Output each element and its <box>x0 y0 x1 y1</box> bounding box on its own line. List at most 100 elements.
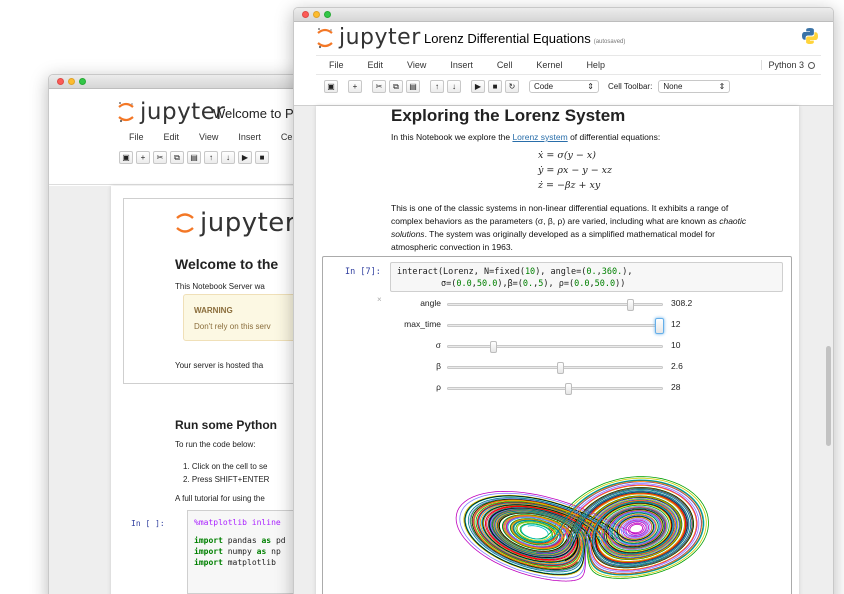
minimize-window-button[interactable] <box>68 78 75 85</box>
menu-insert[interactable]: Insert <box>450 60 473 70</box>
cell-type-select[interactable]: Code ⇕ <box>529 80 599 93</box>
lorenz-notebook-window[interactable]: jupyter Lorenz Differential Equations (au… <box>293 7 834 594</box>
cell-toolbar-select[interactable]: None ⇕ <box>658 80 731 93</box>
slider-track[interactable] <box>447 362 663 374</box>
content-logo-text: jupyter <box>200 208 296 238</box>
copy-button[interactable]: ⧉ <box>170 151 184 164</box>
paste-button[interactable]: ▤ <box>187 151 201 164</box>
slider-handle[interactable] <box>556 362 564 374</box>
vertical-scrollbar[interactable] <box>826 346 831 446</box>
description-line-1: This is one of the classic systems in no… <box>391 203 729 213</box>
menu-file[interactable]: File <box>329 60 344 70</box>
select-arrows-icon: ⇕ <box>587 82 594 91</box>
equation-y: ẏ = ρx − y − xz <box>538 165 613 176</box>
cut-button[interactable]: ✂ <box>372 80 386 93</box>
slider-track[interactable] <box>447 383 663 395</box>
slider-handle[interactable] <box>655 318 664 334</box>
description-line-2: complex behaviors as the parameters (σ, … <box>391 216 747 226</box>
slider-label: σ <box>435 340 441 350</box>
menu-kernel[interactable]: Kernel <box>536 60 562 70</box>
notebook-name[interactable]: Lorenz Differential Equations <box>424 31 591 46</box>
window-titlebar[interactable] <box>294 8 833 22</box>
jupyter-logo[interactable]: jupyter <box>117 99 225 125</box>
stop-button[interactable]: ■ <box>255 151 269 164</box>
menu-edit[interactable]: Edit <box>368 60 384 70</box>
zoom-window-button[interactable] <box>324 11 331 18</box>
slider-handle[interactable] <box>565 383 573 395</box>
notebook-container: Exploring the Lorenz System In this Note… <box>316 106 799 594</box>
hosted-text: Your server is hosted tha <box>175 361 264 370</box>
menu-help[interactable]: Help <box>586 60 605 70</box>
cut-button[interactable]: ✂ <box>153 151 167 164</box>
slider-value: 308.2 <box>671 298 693 308</box>
slider-track[interactable] <box>447 341 663 353</box>
content-jupyter-logo: jupyter <box>175 208 296 238</box>
cell-type-value: Code <box>534 82 554 91</box>
tutorial-text: A full tutorial for using the <box>175 494 265 503</box>
run-icon: ▶ <box>474 82 482 91</box>
insert-cell-button[interactable]: + <box>136 151 150 164</box>
insert-cell-button[interactable]: + <box>348 80 362 93</box>
equation-z: ż = −βz + xy <box>538 180 601 191</box>
restart-button[interactable]: ↻ <box>505 80 519 93</box>
scissors-icon: ✂ <box>156 153 164 162</box>
step-2-text: 2. Press SHIFT+ENTER <box>183 475 270 484</box>
jupyter-logo[interactable]: jupyter <box>316 25 421 50</box>
menu-view[interactable]: View <box>407 60 426 70</box>
notebook-title[interactable]: Welcome to P <box>213 106 294 121</box>
close-window-button[interactable] <box>57 78 64 85</box>
code-line-import-numpy: import numpy as np <box>194 547 281 556</box>
equation-x: ẋ = σ(y − x) <box>538 150 596 161</box>
plus-icon: + <box>352 82 358 91</box>
code-input[interactable]: interact(Lorenz, N=fixed(10), angle=(0.,… <box>390 262 783 292</box>
arrow-up-icon: ↑ <box>209 153 213 162</box>
lorenz-system-link[interactable]: Lorenz system <box>512 132 567 142</box>
move-down-button[interactable]: ↓ <box>221 151 235 164</box>
menu-bar: File Edit View Insert Cell <box>129 132 296 142</box>
move-up-button[interactable]: ↑ <box>204 151 218 164</box>
save-button[interactable]: ▣ <box>119 151 133 164</box>
interact-code-cell[interactable]: In [7]: interact(Lorenz, N=fixed(10), an… <box>322 256 792 594</box>
slider-handle[interactable] <box>489 341 497 353</box>
paste-icon: ▤ <box>409 82 417 91</box>
menu-insert[interactable]: Insert <box>238 132 261 142</box>
menu-file[interactable]: File <box>129 132 144 142</box>
minimize-window-button[interactable] <box>313 11 320 18</box>
close-window-button[interactable] <box>302 11 309 18</box>
menu-edit[interactable]: Edit <box>164 132 180 142</box>
move-down-button[interactable]: ↓ <box>447 80 461 93</box>
notebook-page: Exploring the Lorenz System In this Note… <box>294 106 833 594</box>
zoom-window-button[interactable] <box>79 78 86 85</box>
restart-icon: ↻ <box>508 82 516 91</box>
menu-view[interactable]: View <box>199 132 218 142</box>
code-line-magic: %matplotlib inline <box>194 518 281 527</box>
kernel-idle-icon <box>808 61 815 69</box>
cell-prompt: In [7]: <box>345 267 381 277</box>
slider-track[interactable] <box>447 318 664 334</box>
copy-icon: ⧉ <box>174 152 180 162</box>
save-button[interactable]: ▣ <box>324 80 338 93</box>
slider-label: max_time <box>404 319 441 329</box>
slider-handle[interactable] <box>626 299 634 311</box>
slider-max-time: max_time 12 <box>363 318 703 334</box>
jupyter-logo-text: jupyter <box>339 25 421 50</box>
code-line-1: interact(Lorenz, N=fixed(10), angle=(0.,… <box>397 267 633 277</box>
copy-button[interactable]: ⧉ <box>389 80 403 93</box>
run-button[interactable]: ▶ <box>471 80 485 93</box>
kernel-name: Python 3 <box>768 60 804 70</box>
run-button[interactable]: ▶ <box>238 151 252 164</box>
welcome-heading: Welcome to the <box>175 256 279 272</box>
stop-icon: ■ <box>259 153 265 162</box>
save-icon: ▣ <box>327 82 335 91</box>
slider-value: 12 <box>671 319 681 329</box>
menu-cell[interactable]: Cell <box>497 60 513 70</box>
move-up-button[interactable]: ↑ <box>430 80 444 93</box>
slider-value: 28 <box>671 382 681 392</box>
stop-button[interactable]: ■ <box>488 80 502 93</box>
slider-track[interactable] <box>447 299 663 311</box>
slider-angle: angle 308.2 <box>363 297 703 311</box>
kernel-indicator[interactable]: Python 3 <box>761 60 815 70</box>
cell-toolbar-label: Cell Toolbar: <box>608 82 653 91</box>
notebook-title[interactable]: Lorenz Differential Equations (autosaved) <box>424 31 625 46</box>
paste-button[interactable]: ▤ <box>406 80 420 93</box>
